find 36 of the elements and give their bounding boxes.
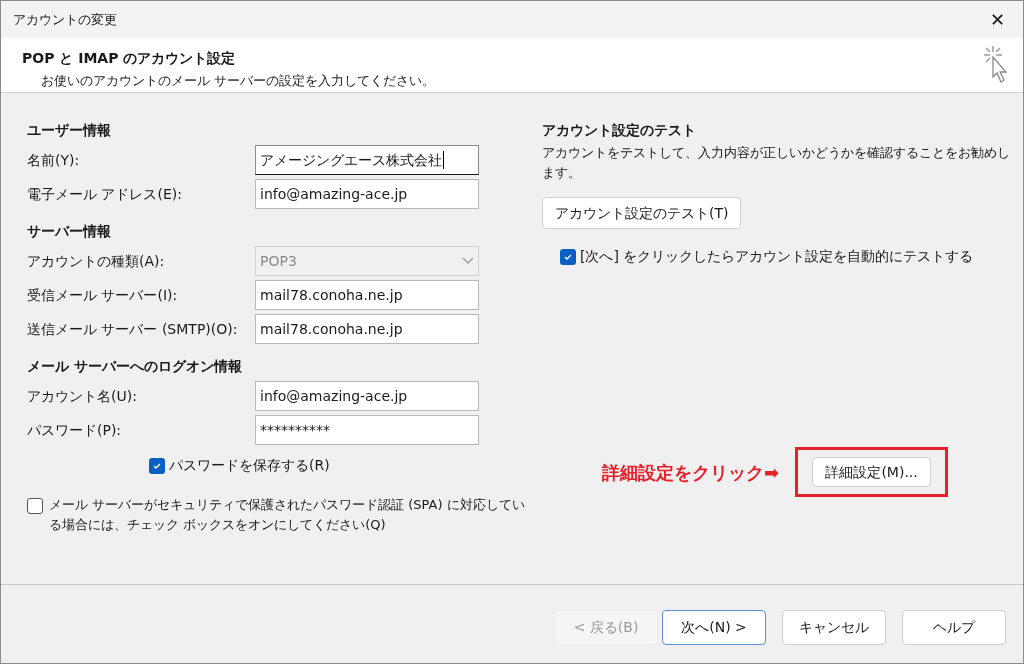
checkbox-label: メール サーバーがセキュリティで保護されたパスワード認証 (SPA) に対応している場合には、チェック ボックスをオンにしてください(Q)	[49, 496, 526, 534]
checkbox[interactable]	[560, 248, 576, 265]
field-label: 名前(Y):	[27, 150, 81, 170]
checkbox-label: [次へ] をクリックしたらアカウント設定を自動的にテストする	[580, 247, 974, 266]
field-label: アカウントの種類(A):	[27, 251, 166, 271]
field-label: 電子メール アドレス(E):	[27, 184, 183, 204]
advanced-settings-button[interactable]: 詳細設定(M)...	[812, 457, 931, 487]
description-text: アカウントをテストして、入力内容が正しいかどうかを確認することをお勧めします。	[542, 144, 1011, 182]
password-field[interactable]: **********	[255, 415, 479, 445]
header-title: POP と IMAP のアカウント設定	[22, 49, 237, 68]
field-label: 受信メール サーバー(I):	[27, 285, 179, 305]
input-field[interactable]: アメージングエース株式会社	[255, 145, 479, 175]
section-heading: ユーザー情報	[27, 121, 112, 140]
dialog-button[interactable]: キャンセル	[782, 609, 886, 645]
dialog-button[interactable]: 次へ(N) >	[662, 609, 766, 645]
header-subtitle: お使いのアカウントのメール サーバーの設定を入力してください。	[40, 72, 436, 90]
section-heading: アカウント設定のテスト	[542, 121, 697, 140]
checkbox-label: パスワードを保存する(R)	[169, 456, 330, 475]
input-field[interactable]: mail78.conoha.ne.jp	[255, 280, 479, 310]
window-title: アカウントの変更	[13, 10, 117, 29]
field-label: 送信メール サーバー (SMTP)(O):	[27, 319, 239, 339]
input-field[interactable]: info@amazing-ace.jp	[255, 381, 479, 411]
field-label: パスワード(P):	[27, 420, 123, 440]
test-account-button[interactable]: アカウント設定のテスト(T)	[542, 197, 742, 229]
input-field[interactable]: mail78.conoha.ne.jp	[255, 314, 479, 344]
section-heading: サーバー情報	[27, 222, 112, 241]
cursor-sparkle-icon	[981, 44, 1009, 84]
annotation-text: 詳細設定をクリック➡	[602, 460, 780, 485]
close-button[interactable]: ✕	[985, 10, 1009, 29]
chevron-down-icon	[462, 257, 474, 265]
section-heading: メール サーバーへのログオン情報	[27, 357, 243, 376]
field-label: アカウント名(U):	[27, 386, 138, 406]
input-field[interactable]: info@amazing-ace.jp	[255, 179, 479, 209]
checkbox[interactable]	[27, 498, 43, 514]
dialog-button[interactable]: ヘルプ	[902, 609, 1006, 645]
checkbox[interactable]	[149, 457, 165, 474]
